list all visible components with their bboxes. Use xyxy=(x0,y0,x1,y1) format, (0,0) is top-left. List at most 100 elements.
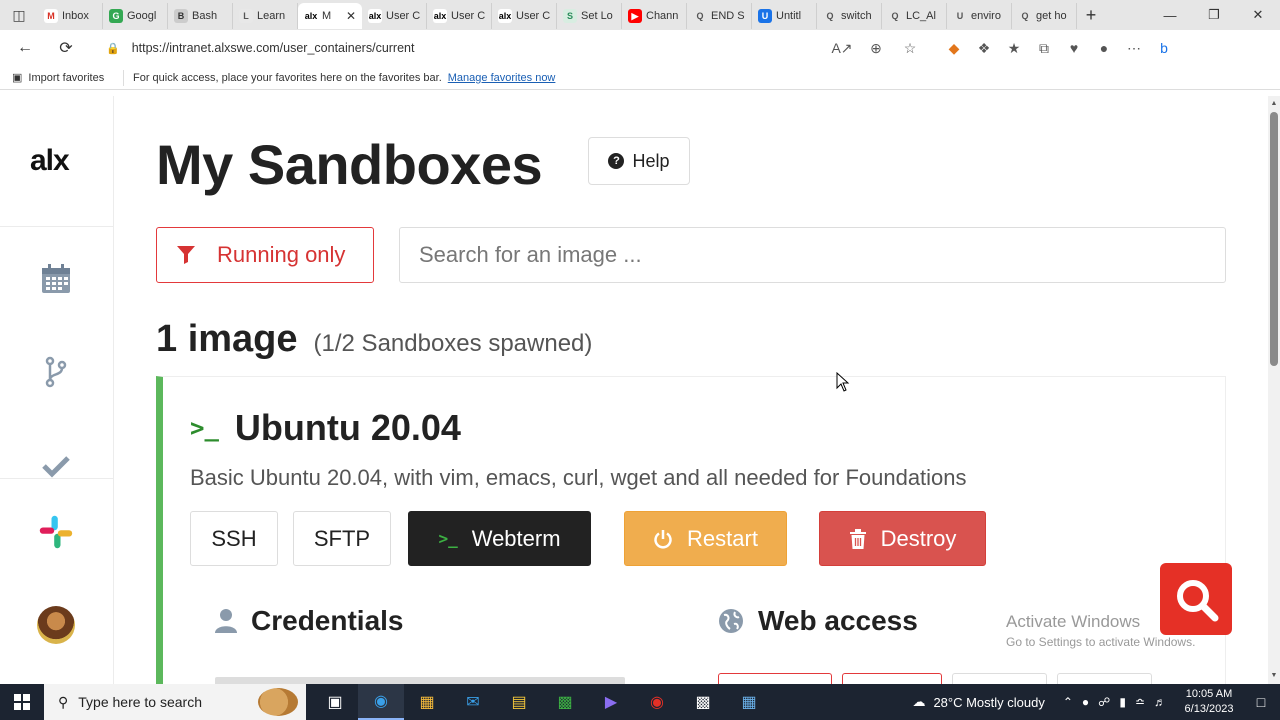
new-tab-button[interactable]: + xyxy=(1077,5,1105,26)
running-only-filter-button[interactable]: Running only xyxy=(156,227,374,283)
power-icon xyxy=(654,529,672,549)
import-favorites-label: Import favorites xyxy=(28,71,105,84)
close-window-icon[interactable]: ✕ xyxy=(1236,0,1280,30)
edge-icon[interactable]: ◉ xyxy=(358,684,404,720)
weather-text: 28°C Mostly cloudy xyxy=(933,694,1045,710)
manage-favorites-link[interactable]: Manage favorites now xyxy=(448,72,556,84)
refresh-icon[interactable]: ⟳ xyxy=(49,33,83,63)
media-icon[interactable]: ▶ xyxy=(588,684,634,720)
tab-label: User C xyxy=(386,10,421,22)
page-scrollbar[interactable]: ▲ ▼ xyxy=(1268,96,1280,684)
bing-icon[interactable]: b xyxy=(1152,33,1176,63)
image-search-input[interactable] xyxy=(399,227,1226,283)
taskbar-search-placeholder: Type here to search xyxy=(78,694,203,710)
taskbar-search[interactable]: ⚲ Type here to search xyxy=(44,684,306,720)
collections-icon[interactable]: ⧉ xyxy=(1032,33,1056,63)
browser-tab[interactable]: M Inbox xyxy=(38,3,103,29)
alx-logo[interactable]: alx xyxy=(30,144,70,178)
help-button[interactable]: ? Help xyxy=(588,137,690,185)
minimize-icon[interactable]: — xyxy=(1148,0,1192,30)
wifi-icon[interactable]: ≏ xyxy=(1135,695,1145,709)
sandbox-description: Basic Ubuntu 20.04, with vim, emacs, cur… xyxy=(190,465,967,490)
volume-icon[interactable]: ♬ xyxy=(1154,695,1166,709)
scroll-up-icon[interactable]: ▲ xyxy=(1268,98,1280,110)
task-view-icon[interactable]: ▣ xyxy=(312,684,358,720)
scroll-thumb[interactable] xyxy=(1270,112,1278,366)
zoom-icon[interactable]: ⊕ xyxy=(864,33,888,63)
browser-tab[interactable]: S Set Lo xyxy=(557,3,622,29)
search-fab-button[interactable] xyxy=(1160,563,1232,635)
start-button[interactable] xyxy=(0,684,44,720)
battery-icon[interactable]: ▮ xyxy=(1119,695,1126,709)
address-bar: ← ⟳ 🔒 https://intranet.alxswe.com/user_c… xyxy=(0,30,1280,66)
destroy-button[interactable]: Destroy xyxy=(819,511,986,566)
web-access-button[interactable] xyxy=(842,673,942,684)
tab-list: M Inbox G Googl B Bash L Learn alx M ✕ alx User Calx… xyxy=(38,0,1077,30)
spreadsheet-icon[interactable]: ▩ xyxy=(542,684,588,720)
browser-tab[interactable]: ▶ Chann xyxy=(622,3,687,29)
browser-tab[interactable]: U Untitl xyxy=(752,3,817,29)
microphone-icon[interactable]: ● xyxy=(1082,695,1089,709)
recorder-icon[interactable]: ◉ xyxy=(634,684,680,720)
browser-tab[interactable]: alx User C xyxy=(427,3,492,29)
browser-tab[interactable]: Uenviro xyxy=(947,3,1012,29)
back-icon[interactable]: ← xyxy=(8,33,42,63)
browser-tab[interactable]: Qswitch xyxy=(817,3,882,29)
chevron-up-icon[interactable]: ⌃ xyxy=(1063,695,1073,709)
file-explorer-icon[interactable]: ▤ xyxy=(496,684,542,720)
web-access-button[interactable] xyxy=(1057,673,1152,684)
extensions-icon[interactable]: ❖ xyxy=(972,33,996,63)
terminal-app-icon[interactable]: ▩ xyxy=(680,684,726,720)
restart-label: Restart xyxy=(687,525,758,551)
performance-icon[interactable]: ♥ xyxy=(1062,33,1086,63)
add-favorite-icon[interactable]: ☆ xyxy=(898,33,922,63)
read-aloud-icon[interactable]: A↗ xyxy=(830,33,854,63)
browser-tab[interactable]: Q END S xyxy=(687,3,752,29)
tab-label: END S xyxy=(711,10,745,22)
favorites-icon[interactable]: ★ xyxy=(1002,33,1026,63)
sftp-button[interactable]: SFTP xyxy=(293,511,391,566)
maximize-icon[interactable]: ❐ xyxy=(1192,0,1236,30)
ssh-button[interactable]: SSH xyxy=(190,511,278,566)
taskbar-clock[interactable]: 10:05 AM 6/13/2023 xyxy=(1176,687,1242,717)
web-access-button[interactable] xyxy=(952,673,1047,684)
browser-tab[interactable]: G Googl xyxy=(103,3,168,29)
profile-icon[interactable]: ● xyxy=(1092,33,1116,63)
browser-tab[interactable]: alx M ✕ xyxy=(298,3,362,29)
user-avatar[interactable] xyxy=(37,606,75,644)
browser-tab[interactable]: alx User C xyxy=(492,3,557,29)
terminal-icon: >_ xyxy=(438,529,458,548)
tab-favicon-icon: U xyxy=(953,9,967,23)
slack-icon[interactable] xyxy=(38,514,74,550)
metamask-icon[interactable]: ◆ xyxy=(942,33,966,63)
url-field[interactable]: 🔒 https://intranet.alxswe.com/user_conta… xyxy=(92,33,932,63)
scroll-down-icon[interactable]: ▼ xyxy=(1268,670,1280,682)
tab-label: enviro xyxy=(971,10,1001,22)
mail-icon[interactable]: ✉ xyxy=(450,684,496,720)
extension-icons: ◆ ❖ ★ ⧉ ♥ ● ⋯ b xyxy=(942,33,1176,63)
browser-tab[interactable]: B Bash xyxy=(168,3,233,29)
tab-actions-icon[interactable]: ◫ xyxy=(0,0,38,30)
web-access-heading: Web access xyxy=(718,605,918,637)
calendar-icon[interactable] xyxy=(38,261,74,297)
web-access-buttons xyxy=(718,673,1152,684)
notification-icon[interactable]: □ xyxy=(1242,694,1280,710)
git-branch-icon[interactable] xyxy=(38,354,74,390)
webterm-button[interactable]: >_ Webterm xyxy=(408,511,591,566)
browser-tab[interactable]: Qget ho xyxy=(1012,3,1077,29)
web-access-button[interactable] xyxy=(718,673,832,684)
weather-widget[interactable]: ☁ 28°C Mostly cloudy xyxy=(912,694,1044,710)
notes-app-icon[interactable]: ▦ xyxy=(726,684,772,720)
close-tab-icon[interactable]: ✕ xyxy=(346,9,356,23)
store-icon[interactable]: ▦ xyxy=(404,684,450,720)
search-icon: ⚲ xyxy=(58,693,69,710)
browser-tab[interactable]: Q LC_Al xyxy=(882,3,947,29)
browser-tab[interactable]: L Learn xyxy=(233,3,298,29)
browser-tab[interactable]: alx User C xyxy=(362,3,427,29)
restart-button[interactable]: Restart xyxy=(624,511,787,566)
import-favorites-button[interactable]: ▣ Import favorites xyxy=(0,69,124,86)
more-menu-icon[interactable]: ⋯ xyxy=(1122,33,1146,63)
url-text: https://intranet.alxswe.com/user_contain… xyxy=(131,41,415,55)
tab-favicon-icon: ▶ xyxy=(628,9,642,23)
usb-icon[interactable]: ☍ xyxy=(1098,695,1110,709)
